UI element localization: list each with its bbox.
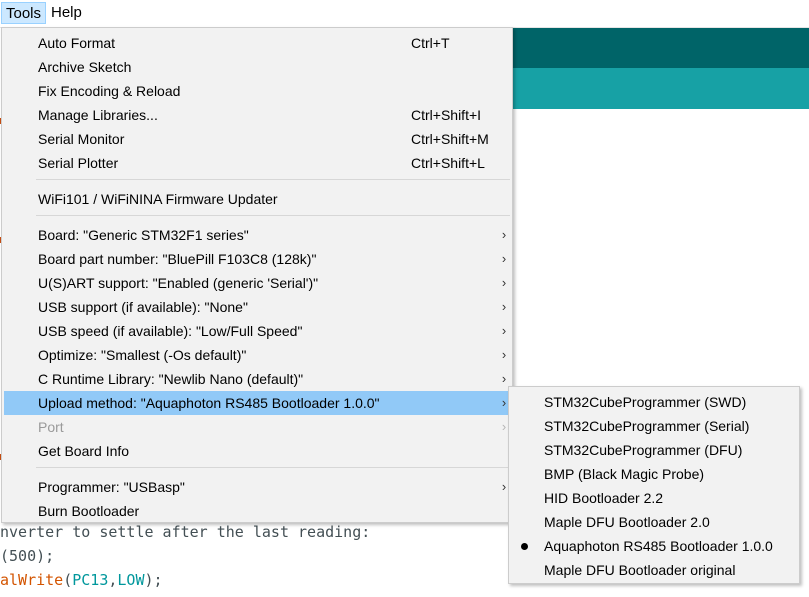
submenu-item[interactable]: STM32CubeProgrammer (DFU): [511, 438, 797, 462]
menu-separator: [36, 467, 510, 468]
submenu-item-label: STM32CubeProgrammer (DFU): [544, 442, 743, 458]
submenu-item-label: Maple DFU Bootloader original: [544, 562, 736, 578]
chevron-right-icon: ›: [501, 347, 507, 362]
menu-item-firmware-updater[interactable]: WiFi101 / WiFiNINA Firmware Updater: [4, 187, 510, 211]
menu-item-label: Board: "Generic STM32F1 series": [38, 227, 249, 243]
menu-item-label: Board part number: "BluePill F103C8 (128…: [38, 251, 317, 267]
radio-selected-icon: [521, 543, 528, 550]
menu-item-label: Fix Encoding & Reload: [38, 83, 181, 99]
menu-separator: [36, 179, 510, 180]
submenu-item-label: HID Bootloader 2.2: [544, 490, 664, 506]
menu-item-burn-bootloader[interactable]: Burn Bootloader: [4, 499, 510, 523]
chevron-right-icon: ›: [501, 299, 507, 314]
editor-toolbar: [512, 27, 809, 68]
shortcut-label: Ctrl+T: [411, 35, 450, 51]
menu-item-label: WiFi101 / WiFiNINA Firmware Updater: [38, 191, 278, 207]
submenu-item[interactable]: BMP (Black Magic Probe): [511, 462, 797, 486]
submenu-item[interactable]: Maple DFU Bootloader original: [511, 558, 797, 582]
menu-item-board[interactable]: Board: "Generic STM32F1 series" ›: [4, 223, 510, 247]
chevron-right-icon: ›: [501, 227, 507, 242]
shortcut-label: Ctrl+Shift+M: [411, 131, 489, 147]
upload-method-submenu: STM32CubeProgrammer (SWD) STM32CubeProgr…: [508, 386, 800, 584]
menu-item-usart-support[interactable]: U(S)ART support: "Enabled (generic 'Seri…: [4, 271, 510, 295]
submenu-item-label: Aquaphoton RS485 Bootloader 1.0.0: [544, 538, 773, 554]
menu-item-manage-libraries[interactable]: Manage Libraries... Ctrl+Shift+I: [4, 103, 510, 127]
submenu-item[interactable]: Maple DFU Bootloader 2.0: [511, 510, 797, 534]
tools-dropdown: Auto Format Ctrl+T Archive Sketch Fix En…: [1, 27, 513, 523]
submenu-item[interactable]: STM32CubeProgrammer (Serial): [511, 414, 797, 438]
menu-separator: [36, 215, 510, 216]
menu-item-label: Port: [38, 419, 64, 435]
menu-item-label: USB support (if available): "None": [38, 299, 248, 315]
menu-item-optimize[interactable]: Optimize: "Smallest (-Os default)" ›: [4, 343, 510, 367]
editor-tabs-bar: [512, 68, 809, 109]
code-line[interactable]: (500);: [0, 547, 54, 565]
menu-item-label: Auto Format: [38, 35, 116, 51]
menu-item-label: Serial Monitor: [38, 131, 125, 147]
submenu-item[interactable]: HID Bootloader 2.2: [511, 486, 797, 510]
menu-help[interactable]: Help: [47, 2, 86, 24]
menu-item-board-part-number[interactable]: Board part number: "BluePill F103C8 (128…: [4, 247, 510, 271]
menu-item-label: Burn Bootloader: [38, 503, 140, 519]
menu-item-usb-speed[interactable]: USB speed (if available): "Low/Full Spee…: [4, 319, 510, 343]
menu-item-usb-support[interactable]: USB support (if available): "None" ›: [4, 295, 510, 319]
menu-item-label: U(S)ART support: "Enabled (generic 'Seri…: [38, 275, 319, 291]
menu-item-label: Programmer: "USBasp": [38, 479, 185, 495]
menu-item-upload-method[interactable]: Upload method: "Aquaphoton RS485 Bootloa…: [4, 391, 510, 415]
chevron-right-icon: ›: [501, 251, 507, 266]
menu-item-archive-sketch[interactable]: Archive Sketch: [4, 55, 510, 79]
shortcut-label: Ctrl+Shift+I: [411, 107, 482, 123]
submenu-item-label: Maple DFU Bootloader 2.0: [544, 514, 710, 530]
menu-item-get-board-info[interactable]: Get Board Info: [4, 439, 510, 463]
submenu-item-label: BMP (Black Magic Probe): [544, 466, 705, 482]
code-line[interactable]: nverter to settle after the last reading…: [0, 523, 370, 541]
menu-item-fix-encoding[interactable]: Fix Encoding & Reload: [4, 79, 510, 103]
shortcut-label: Ctrl+Shift+L: [411, 155, 485, 171]
menu-item-port[interactable]: Port ›: [4, 415, 510, 439]
menu-item-label: Get Board Info: [38, 443, 130, 459]
menu-tools[interactable]: Tools: [1, 2, 47, 24]
menu-item-label: C Runtime Library: "Newlib Nano (default…: [38, 371, 304, 387]
submenu-item[interactable]: STM32CubeProgrammer (SWD): [511, 390, 797, 414]
chevron-right-icon: ›: [501, 323, 507, 338]
submenu-item-label: STM32CubeProgrammer (SWD): [544, 394, 747, 410]
menu-item-label: Manage Libraries...: [38, 107, 158, 123]
menu-item-label: Optimize: "Smallest (-Os default)": [38, 347, 247, 363]
code-line[interactable]: alWrite(PC13,LOW);: [0, 571, 163, 589]
menu-item-label: Archive Sketch: [38, 59, 132, 75]
menu-item-serial-monitor[interactable]: Serial Monitor Ctrl+Shift+M: [4, 127, 510, 151]
chevron-right-icon: ›: [501, 275, 507, 290]
menu-item-c-runtime-library[interactable]: C Runtime Library: "Newlib Nano (default…: [4, 367, 510, 391]
menu-item-label: Serial Plotter: [38, 155, 119, 171]
submenu-item-label: STM32CubeProgrammer (Serial): [544, 418, 750, 434]
menu-item-serial-plotter[interactable]: Serial Plotter Ctrl+Shift+L: [4, 151, 510, 175]
menu-item-label: Upload method: "Aquaphoton RS485 Bootloa…: [38, 395, 380, 411]
submenu-item-selected[interactable]: Aquaphoton RS485 Bootloader 1.0.0: [511, 534, 797, 558]
menu-item-label: USB speed (if available): "Low/Full Spee…: [38, 323, 303, 339]
menu-bar: Tools Help: [0, 0, 809, 28]
menu-item-auto-format[interactable]: Auto Format Ctrl+T: [4, 31, 510, 55]
menu-item-programmer[interactable]: Programmer: "USBasp" ›: [4, 475, 510, 499]
